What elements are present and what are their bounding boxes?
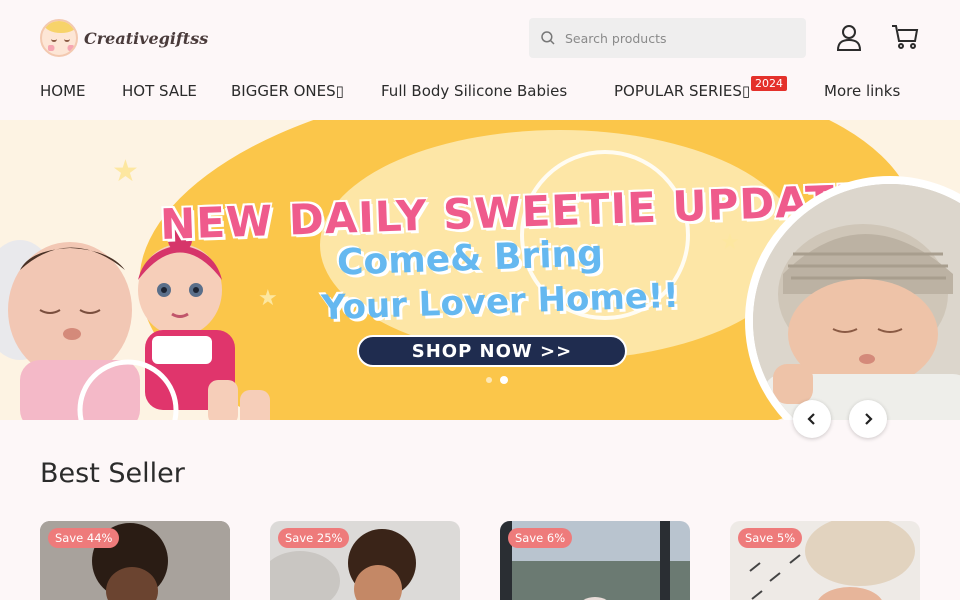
- nav-item-popular-series[interactable]: POPULAR SERIES▯: [614, 82, 750, 100]
- nav-item-more-links[interactable]: More links: [824, 82, 900, 100]
- save-badge: Save 6%: [508, 528, 573, 548]
- cart-icon: [892, 25, 919, 49]
- carousel-next-button[interactable]: [849, 400, 887, 438]
- save-badge: Save 44%: [48, 528, 120, 548]
- nav-item-home[interactable]: HOME: [40, 82, 86, 100]
- nav-item-hot-sale[interactable]: HOT SALE: [122, 82, 197, 100]
- search-box[interactable]: [529, 18, 806, 58]
- save-badge: Save 5%: [738, 528, 803, 548]
- account-icon: [836, 25, 862, 51]
- cart-button[interactable]: [891, 22, 919, 52]
- hero-banner[interactable]: ★ ★ ★ NEW DAILY SWEETIE UPDATE Come& Bri…: [0, 120, 960, 420]
- carousel-dot-active[interactable]: [500, 376, 508, 384]
- product-card[interactable]: Save 5%: [730, 521, 920, 600]
- star-icon: ★: [720, 230, 740, 255]
- save-badge: Save 25%: [278, 528, 350, 548]
- search-input[interactable]: [565, 30, 785, 46]
- product-card[interactable]: Save 44%: [40, 521, 230, 600]
- brand-name: Creativegiftss: [84, 28, 209, 48]
- carousel-dot[interactable]: [486, 377, 492, 383]
- site-header: Creativegiftss HOME HOT SALE BIGGER ONES…: [0, 0, 960, 120]
- new-year-badge: 2024: [751, 76, 787, 91]
- brand-logo[interactable]: Creativegiftss: [40, 18, 208, 58]
- baby-dolls-image: [0, 230, 270, 420]
- nav-item-bigger-ones[interactable]: BIGGER ONES▯: [231, 82, 344, 100]
- carousel-prev-button[interactable]: [793, 400, 831, 438]
- search-icon: [541, 31, 555, 45]
- baby-face-logo-icon: [40, 19, 78, 57]
- chevron-left-icon: [807, 413, 815, 425]
- product-card[interactable]: Save 25%: [270, 521, 460, 600]
- best-seller-heading: Best Seller: [40, 458, 185, 489]
- chevron-right-icon: [865, 413, 873, 425]
- carousel-dots: [486, 376, 508, 384]
- product-card[interactable]: Save 6%: [500, 521, 690, 600]
- shop-now-button[interactable]: SHOP NOW >>: [357, 335, 627, 367]
- star-icon: ★: [112, 154, 139, 189]
- nav-item-full-body-silicone[interactable]: Full Body Silicone Babies: [381, 82, 567, 100]
- account-button[interactable]: [835, 22, 863, 52]
